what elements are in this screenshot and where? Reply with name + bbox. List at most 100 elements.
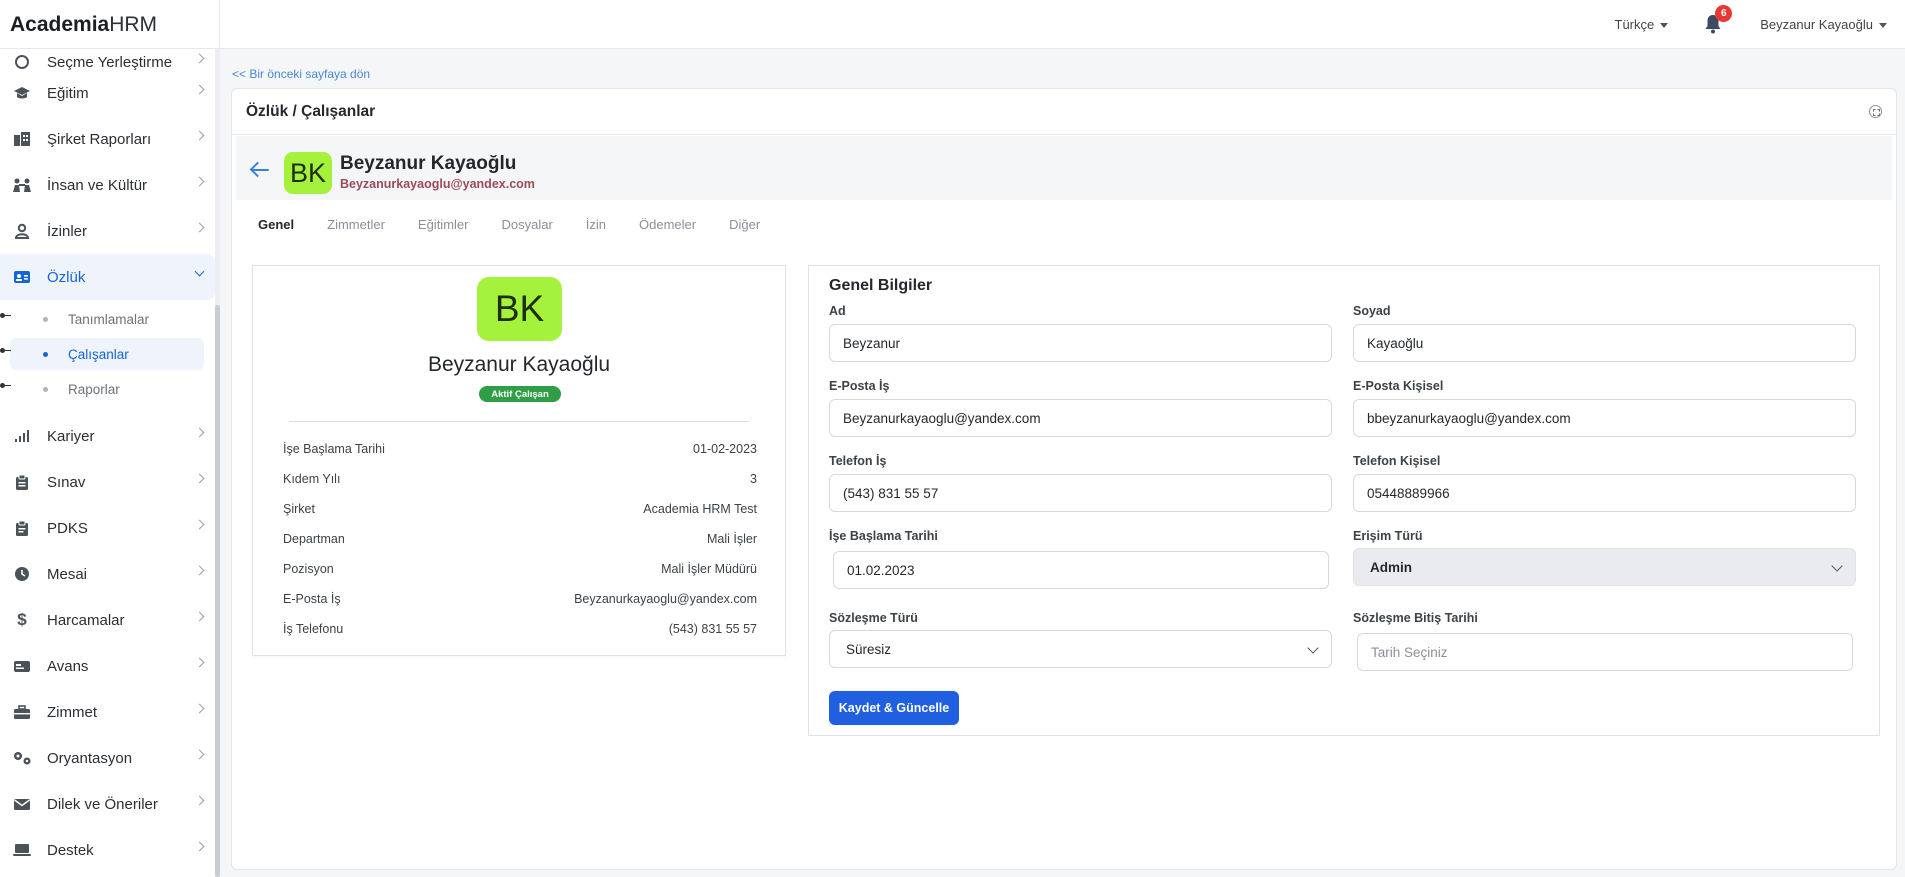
ad-input[interactable]: Beyzanur [829,324,1332,362]
sidebar-item-insan-ve-kultur[interactable]: İnsan ve Kültür [0,162,215,208]
tab-diger[interactable]: Diğer [729,217,760,232]
erisim-turu-select[interactable]: Admin [1353,548,1856,586]
status-badge: Aktif Çalışan [479,386,561,402]
detail-label: Pozisyon [283,562,334,576]
tree-marker-icon [0,313,11,318]
detail-value: Academia HRM Test [643,502,757,516]
avatar-large: BK [477,277,562,341]
tab-egitimler[interactable]: Eğitimler [418,217,469,232]
detail-value: Beyzanurkayaoglu@yandex.com [574,592,757,606]
sidebar-item-avans[interactable]: Avans [0,643,215,689]
sidebar-item-pdks[interactable]: PDKS [0,505,215,551]
money-card-icon [12,656,32,676]
dollar-icon: $ [17,610,27,629]
chevron-down-icon [1307,642,1319,654]
tab-izin[interactable]: İzin [586,217,606,232]
detail-label: Kıdem Yılı [283,472,341,486]
eposta-is-input[interactable]: Beyzanurkayaoglu@yandex.com [829,399,1332,437]
profile-name: Beyzanur Kayaoğlu [340,153,517,174]
gears-icon [12,748,32,768]
sidebar-item-label: Mesai [47,565,88,583]
fullscreen-icon[interactable] [1869,105,1882,118]
sidebar-item-label: Eğitim [47,84,89,102]
tabs-panel: Genel Zimmetler Eğitimler Dosyalar İzin … [236,200,1892,759]
sidebar-item-label: Sınav [47,473,86,491]
sidebar-subitem-tanimlamalar[interactable]: Tanımlamalar [10,303,204,335]
tab-odemeler[interactable]: Ödemeler [639,217,696,232]
soyad-input[interactable]: Kayaoğlu [1353,324,1856,362]
sidebar-subitem-raporlar[interactable]: Raporlar [10,373,204,405]
profile-card: BK Beyzanur Kayaoğlu Aktif Çalışan İşe B… [252,265,786,656]
notifications-button[interactable]: 6 [1704,4,1733,36]
back-link[interactable]: << Bir önceki sayfaya dön [232,67,370,81]
chevron-right-icon [194,176,205,187]
detail-row: Departman Mali İşler [283,532,757,552]
sidebar-item-label: Oryantasyon [47,749,133,767]
brand-logo[interactable]: Academia HRM [0,0,220,49]
sidebar-item-destek[interactable]: Destek [0,827,215,873]
chevron-right-icon [194,795,205,806]
user-icon [12,221,32,241]
clipboard-check-icon [12,518,32,538]
sozlesme-bitis-label: Sözleşme Bitiş Tarihi [1353,611,1478,625]
bullet-icon [43,387,48,392]
chevron-right-icon [194,84,205,95]
sidebar-item-label: Dilek ve Öneriler [47,795,158,813]
tab-genel[interactable]: Genel [258,217,294,232]
sozlesme-bitis-date-input[interactable]: Tarih Seçiniz [1357,633,1853,671]
sidebar-item-zimmet[interactable]: Zimmet [0,689,215,735]
top-right-controls: Türkçe 6 Beyzanur Kayaoğlu [1615,0,1887,49]
telefon-kisisel-input[interactable]: 05448889966 [1353,474,1856,512]
chevron-down-icon [194,266,205,277]
ad-label: Ad [829,304,846,318]
language-label: Türkçe [1614,17,1655,32]
sozlesme-turu-select[interactable]: Süresiz [829,630,1332,668]
profile-card-name: Beyzanur Kayaoğlu [427,353,611,376]
tab-zimmetler[interactable]: Zimmetler [327,217,385,232]
sidebar-item-label: Harcamalar [47,611,125,629]
arrow-left-icon[interactable] [250,163,270,177]
user-menu[interactable]: Beyzanur Kayaoğlu [1760,17,1887,32]
sidebar-item-ozluk[interactable]: Özlük [0,254,215,300]
sidebar-item-dilek-ve-oneriler[interactable]: Dilek ve Öneriler [0,781,215,827]
sidebar-subitem-label: Çalışanlar [68,346,129,362]
sidebar-item-egitim[interactable]: Eğitim [0,70,215,116]
sidebar-item-label: Şirket Raporları [47,130,152,148]
tab-dosyalar[interactable]: Dosyalar [501,217,552,232]
sidebar-item-izinler[interactable]: İzinler [0,208,215,254]
buildings-icon [12,129,32,149]
telefon-is-input[interactable]: (543) 831 55 57 [829,474,1332,512]
sidebar-subitem-calisanlar[interactable]: Çalışanlar [10,338,204,370]
sidebar-scrollbar-thumb[interactable] [215,305,220,877]
eposta-kisisel-input[interactable]: bbeyzanurkayaoglu@yandex.com [1353,399,1856,437]
sidebar-item-sirket-raporlari[interactable]: Şirket Raporları [0,116,215,162]
sidebar-item-mesai[interactable]: Mesai [0,551,215,597]
eposta-is-label: E-Posta İş [829,379,890,393]
save-update-button[interactable]: Kaydet & Güncelle [829,691,959,725]
sidebar-item-sinav[interactable]: Sınav [0,459,215,505]
toolbox-icon [12,702,32,722]
sidebar-item-kariyer[interactable]: Kariyer [0,413,215,459]
detail-label: Departman [283,532,345,546]
sidebar-item-label: İnsan ve Kültür [47,176,148,194]
signal-bars-icon [12,426,32,446]
detail-row: Pozisyon Mali İşler Müdürü [283,562,757,582]
sidebar-item-harcamalar[interactable]: $ Harcamalar [0,597,215,643]
tree-marker-icon [0,383,11,388]
notification-count-badge: 6 [1715,4,1733,22]
ise-baslama-label: İşe Başlama Tarihi [829,529,938,543]
sidebar-subitem-label: Tanımlamalar [68,311,150,327]
telefon-kisisel-label: Telefon Kişisel [1353,454,1441,468]
caret-down-icon [1879,23,1887,29]
sidebar-item-oryantasyon[interactable]: Oryantasyon [0,735,215,781]
sidebar-subitem-label: Raporlar [68,381,120,397]
detail-value: Mali İşler Müdürü [661,562,757,576]
id-card-icon [12,267,32,287]
sidebar-item-label: PDKS [47,519,88,537]
chevron-right-icon [194,565,205,576]
ise-baslama-date-input[interactable]: 01.02.2023 [833,551,1329,589]
chevron-right-icon [194,703,205,714]
settings-icon [12,52,32,72]
chevron-right-icon [194,427,205,438]
language-dropdown[interactable]: Türkçe [1615,17,1669,32]
